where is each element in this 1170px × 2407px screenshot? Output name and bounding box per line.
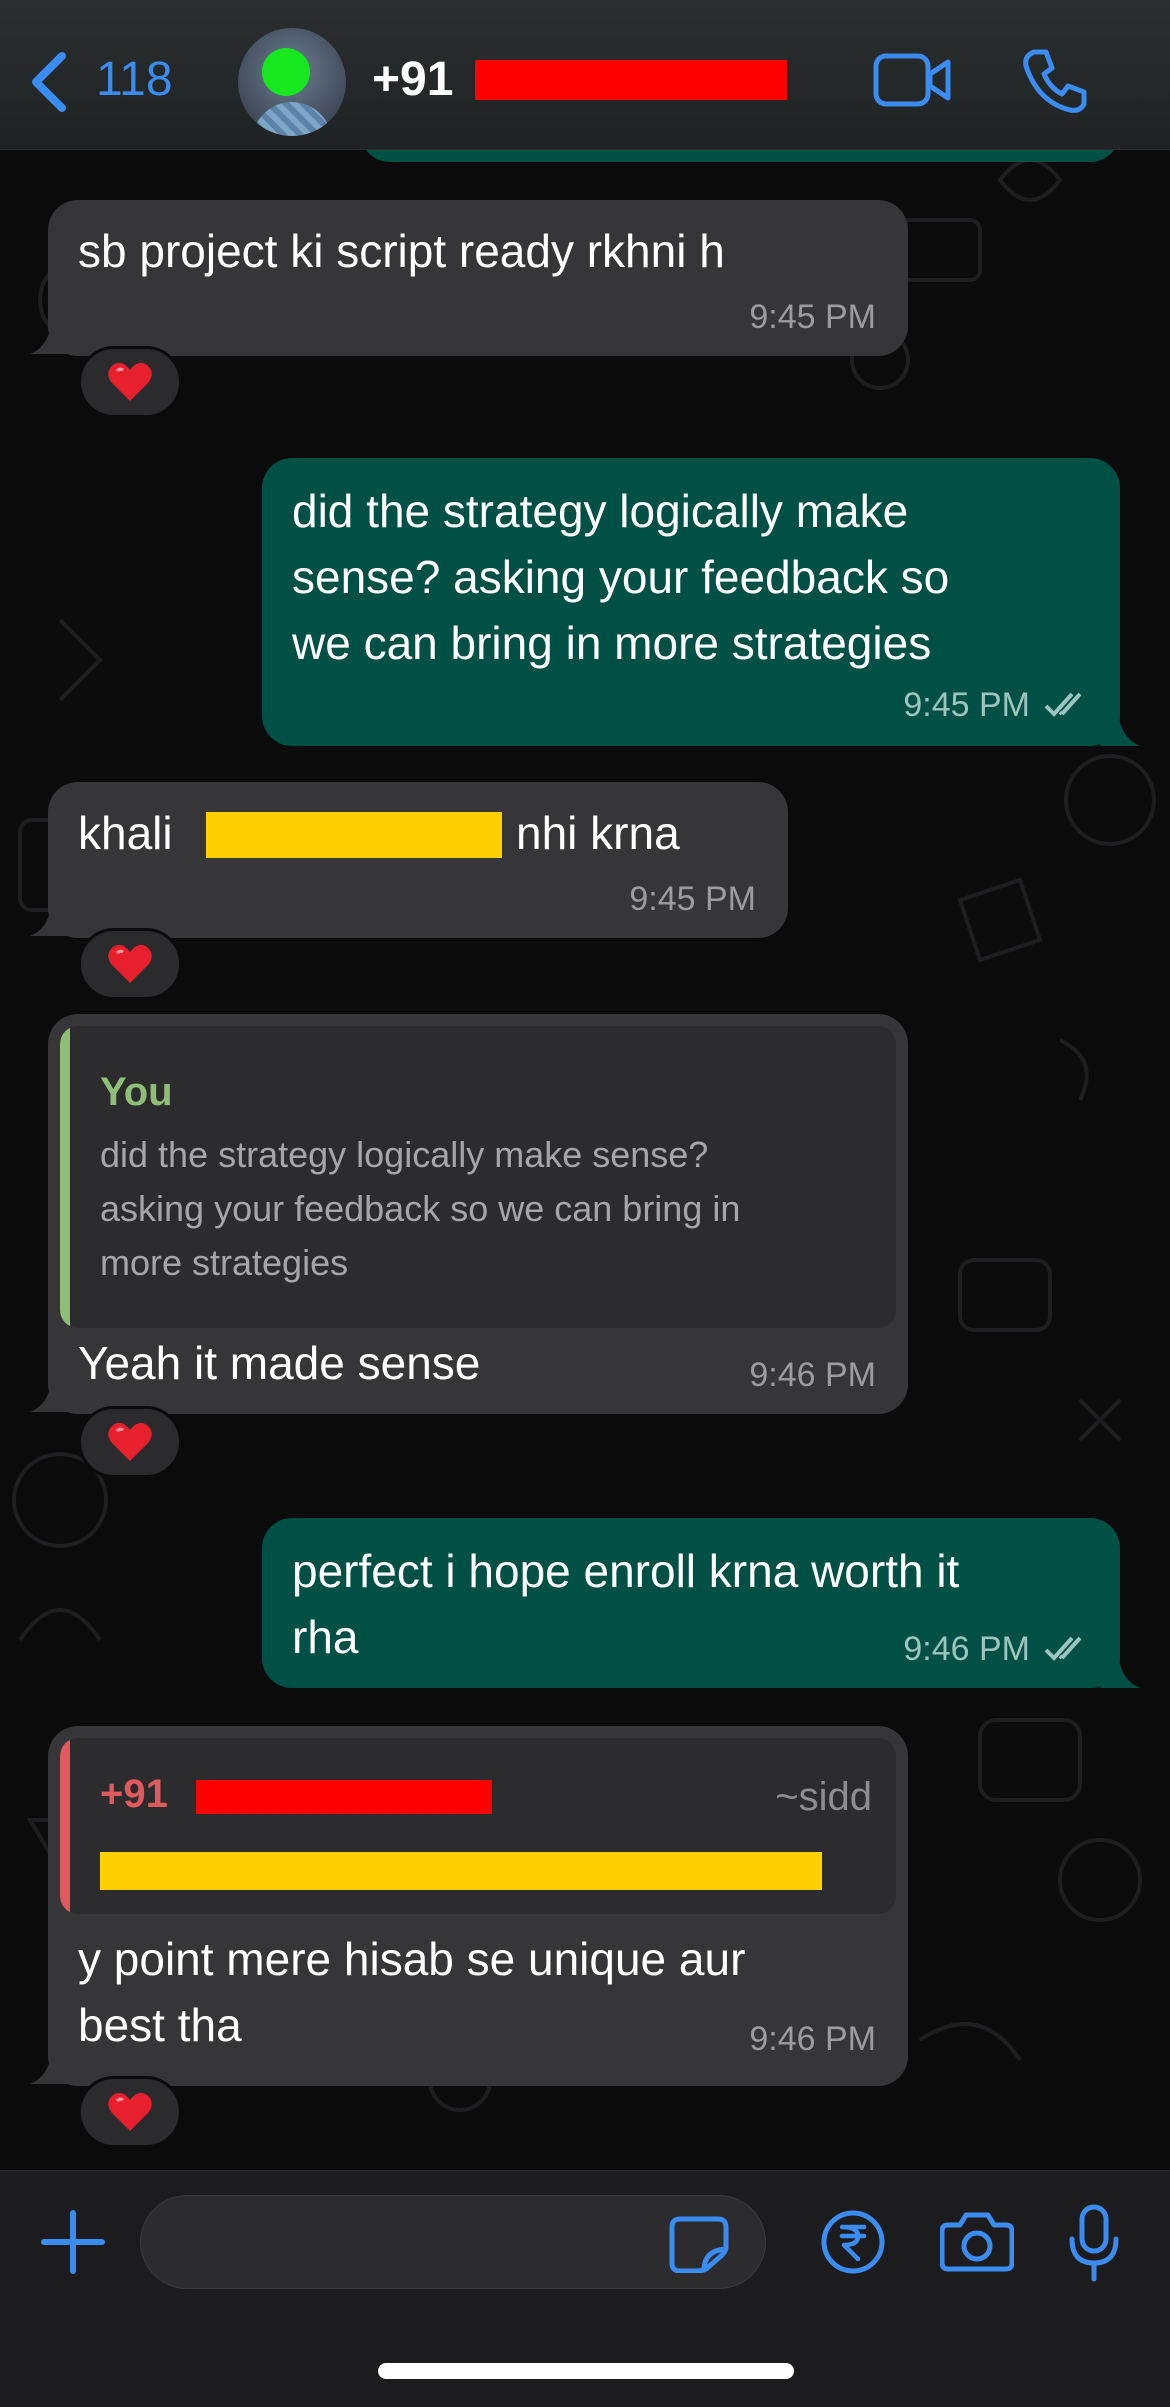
message-time: 9:46 PM — [749, 2020, 876, 2058]
heart-icon — [108, 1422, 152, 1461]
plus-icon[interactable] — [38, 2207, 108, 2277]
heart-icon — [108, 2092, 152, 2131]
microphone-icon[interactable] — [1068, 2203, 1120, 2283]
message-bubble-incoming[interactable]: sb project ki script ready rkhni h 9:45 … — [48, 200, 908, 356]
reaction-badge[interactable] — [78, 1406, 182, 1478]
sticker-icon[interactable] — [668, 2215, 730, 2273]
redacted-phone-number — [196, 1780, 492, 1814]
avatar[interactable] — [238, 28, 346, 136]
phone-icon[interactable] — [1020, 46, 1090, 116]
redacted-quote-text — [100, 1852, 822, 1890]
rupee-icon[interactable] — [820, 2209, 886, 2275]
avatar-redaction-dot — [262, 48, 310, 96]
message-time: 9:46 PM — [749, 1356, 876, 1394]
quote-text: did the strategy logically make sense? a… — [100, 1134, 741, 1283]
chevron-left-icon[interactable] — [26, 50, 70, 114]
camera-icon[interactable] — [940, 2211, 1014, 2273]
quoted-message[interactable]: You did the strategy logically make sens… — [60, 1026, 896, 1328]
quote-author: +91 — [100, 1772, 168, 1816]
message-time: 9:45 PM — [903, 686, 1030, 724]
quote-accent-bar — [60, 1026, 70, 1328]
message-bubble-outgoing[interactable]: perfect i hope enroll krna worth it rha … — [262, 1518, 1120, 1688]
message-bubble-outgoing[interactable]: did the strategy logically make sense? a… — [262, 458, 1120, 746]
message-text-before: khali — [78, 807, 173, 859]
quote-author: You — [100, 1070, 173, 1114]
heart-icon — [108, 944, 152, 983]
message-text-after: nhi krna — [516, 807, 680, 859]
message-bubble-incoming[interactable]: You did the strategy logically make sens… — [48, 1014, 908, 1414]
unread-count[interactable]: 118 — [96, 52, 173, 107]
chat-header: 118 +91 — [0, 0, 1170, 150]
reaction-badge[interactable] — [78, 928, 182, 1000]
redacted-text — [206, 812, 502, 858]
message-text: y point mere hisab se unique aur best th… — [78, 1933, 746, 2051]
message-text: did the strategy logically make sense? a… — [292, 485, 950, 669]
composer-bar — [0, 2170, 1170, 2407]
contact-name[interactable]: +91 — [372, 52, 453, 107]
redacted-phone-number — [475, 60, 787, 100]
quote-author-alias: ~sidd — [775, 1775, 872, 1819]
reaction-badge[interactable] — [78, 346, 182, 418]
message-text: sb project ki script ready rkhni h — [78, 225, 725, 277]
message-bubble-incoming[interactable]: +91 ~sidd y point mere hisab se unique a… — [48, 1726, 908, 2086]
message-text: Yeah it made sense — [78, 1337, 481, 1389]
video-camera-icon[interactable] — [872, 50, 952, 110]
quote-accent-bar — [60, 1738, 70, 1914]
message-time: 9:46 PM — [903, 1630, 1030, 1668]
reaction-badge[interactable] — [78, 2076, 182, 2148]
home-indicator[interactable] — [378, 2363, 794, 2379]
message-time: 9:45 PM — [629, 880, 756, 918]
message-text: perfect i hope enroll krna worth it rha — [292, 1545, 960, 1663]
read-receipt-icon — [1044, 692, 1082, 717]
message-bubble-incoming[interactable]: khali nhi krna 9:45 PM — [48, 782, 788, 938]
heart-icon — [108, 362, 152, 401]
read-receipt-icon — [1044, 1636, 1082, 1661]
message-time: 9:45 PM — [749, 298, 876, 336]
quoted-message[interactable]: +91 ~sidd — [60, 1738, 896, 1914]
